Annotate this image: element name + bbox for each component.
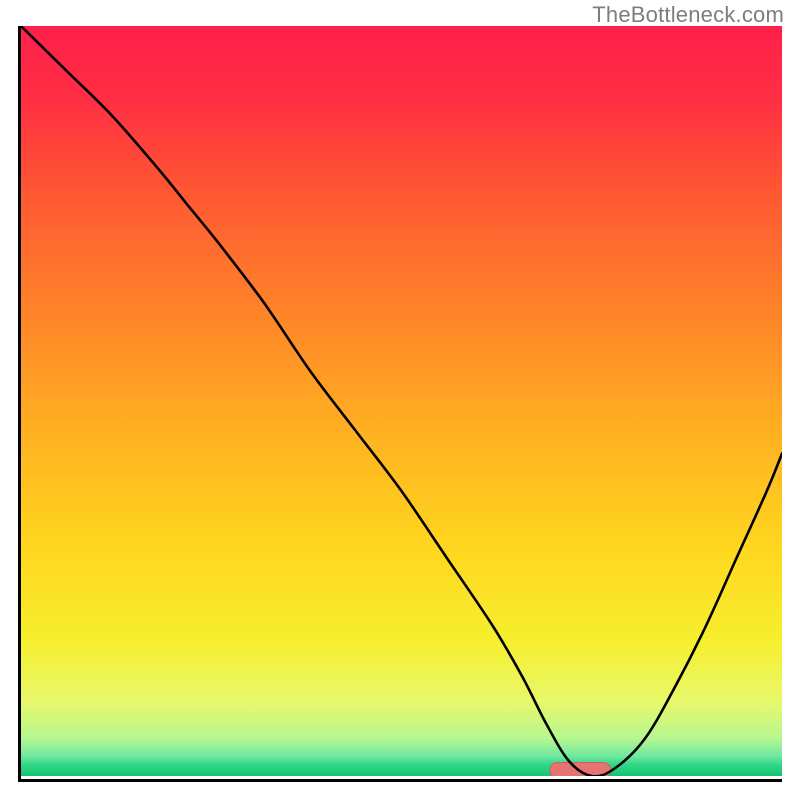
watermark-text: TheBottleneck.com: [592, 2, 784, 28]
plot-area: [21, 26, 782, 776]
chart-svg: [21, 26, 782, 776]
gradient-background: [21, 26, 782, 776]
chart-container: TheBottleneck.com: [0, 0, 800, 800]
